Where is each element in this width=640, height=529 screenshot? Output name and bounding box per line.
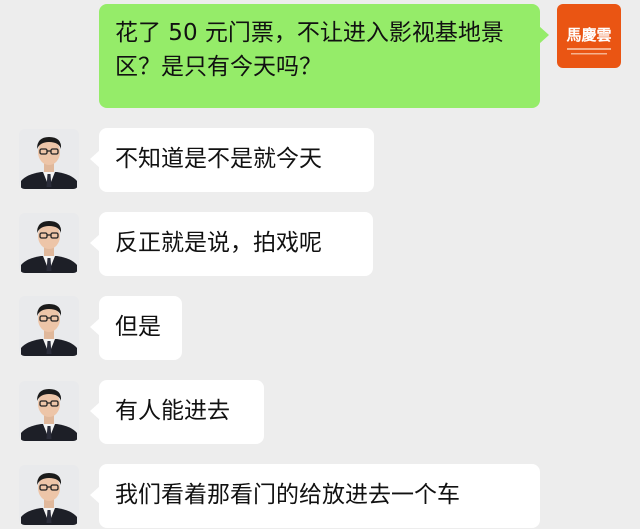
incoming-message-bubble[interactable]: 不知道是不是就今天 — [90, 128, 374, 192]
outgoing-message-bubble[interactable]: 花了 50 元门票，不让进入影视基地景区？是只有今天吗？ — [99, 4, 549, 108]
message-text: 但是 — [115, 314, 161, 340]
svg-text:馬慶雲: 馬慶雲 — [566, 26, 611, 44]
contact-avatar[interactable] — [19, 465, 79, 525]
incoming-message-bubble[interactable]: 但是 — [90, 296, 182, 360]
person-photo-icon — [19, 213, 79, 273]
contact-avatar[interactable] — [19, 296, 79, 356]
message-text: 不知道是不是就今天 — [115, 146, 322, 172]
message-text: 我们看着那看门的给放进去一个车 — [115, 482, 460, 508]
person-photo-icon — [19, 465, 79, 525]
person-photo-icon — [19, 381, 79, 441]
logo-seal-icon: 馬慶雲 — [561, 8, 617, 64]
message-text: 花了 50 元门票，不让进入影视基地景区？是只有今天吗？ — [115, 20, 504, 80]
person-photo-icon — [19, 129, 79, 189]
self-avatar[interactable]: 馬慶雲 — [557, 4, 621, 68]
person-photo-icon — [19, 296, 79, 356]
incoming-message-bubble[interactable]: 反正就是说，拍戏呢 — [90, 212, 373, 276]
incoming-message-bubble[interactable]: 有人能进去 — [90, 380, 264, 444]
contact-avatar[interactable] — [19, 213, 79, 273]
message-text: 反正就是说，拍戏呢 — [115, 230, 322, 256]
message-text: 有人能进去 — [115, 398, 230, 424]
contact-avatar[interactable] — [19, 129, 79, 189]
contact-avatar[interactable] — [19, 381, 79, 441]
incoming-message-bubble[interactable]: 我们看着那看门的给放进去一个车 — [90, 464, 540, 528]
chat-conversation: 花了 50 元门票，不让进入影视基地景区？是只有今天吗？ 馬慶雲 不知道是不是就… — [0, 0, 640, 529]
